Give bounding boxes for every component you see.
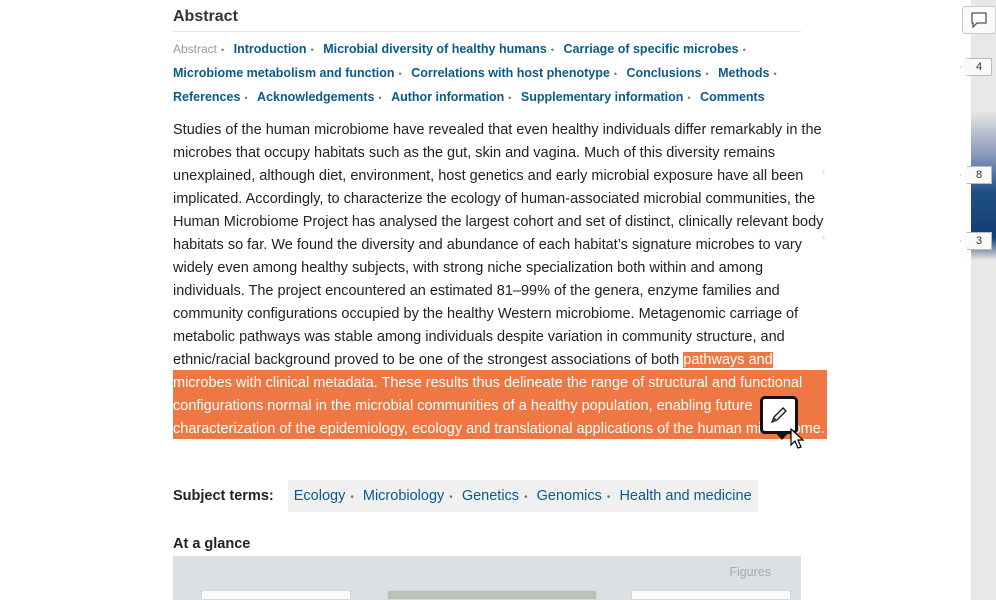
mouse-cursor-icon: [790, 428, 805, 449]
speech-bubble-icon: [971, 12, 987, 28]
abstract-text[interactable]: Studies of the human microbiome have rev…: [173, 119, 827, 441]
nav-link-microbial-diversity[interactable]: Microbial diversity of healthy humans: [323, 42, 547, 56]
subject-terms-label: Subject terms:: [173, 488, 274, 504]
figures-label[interactable]: Figures: [729, 565, 771, 579]
subject-term-genetics[interactable]: Genetics: [462, 488, 519, 504]
annotation-count-badge[interactable]: 3: [960, 232, 992, 250]
nav-link-metabolism[interactable]: Microbiome metabolism and function: [173, 66, 395, 80]
annotation-count-badge[interactable]: 8: [960, 166, 992, 184]
subject-term-ecology[interactable]: Ecology: [294, 488, 346, 504]
abstract-text-plain[interactable]: Studies of the human microbiome have rev…: [173, 122, 823, 368]
annotation-sidebar[interactable]: [971, 0, 996, 600]
notes-toggle-button[interactable]: [962, 6, 996, 34]
annotation-count-badge[interactable]: 4: [960, 58, 992, 76]
nav-current-abstract: Abstract: [173, 42, 218, 56]
nav-link-correlations[interactable]: Correlations with host phenotype: [411, 66, 610, 80]
nav-link-acknowledgements[interactable]: Acknowledgements: [257, 90, 374, 104]
subject-terms: Subject terms: Ecology • Microbiology • Ge…: [173, 480, 758, 512]
figure-thumbnail[interactable]: [631, 590, 791, 600]
nav-link-methods[interactable]: Methods: [718, 66, 769, 80]
nav-link-carriage[interactable]: Carriage of specific microbes: [564, 42, 739, 56]
subject-term-health-medicine[interactable]: Health and medicine: [619, 488, 751, 504]
subject-terms-list: Ecology • Microbiology • Genetics • Genomic…: [287, 480, 758, 512]
figure-thumbnail[interactable]: [201, 590, 351, 600]
abstract-heading: Abstract: [173, 8, 801, 32]
figures-strip: Figures: [173, 556, 801, 600]
at-a-glance-heading: At a glance: [173, 536, 251, 552]
figure-thumbnail[interactable]: [387, 590, 597, 600]
nav-link-supplementary[interactable]: Supplementary information: [521, 90, 684, 104]
subject-term-microbiology[interactable]: Microbiology: [363, 488, 444, 504]
pen-icon: [770, 407, 787, 424]
nav-link-author-information[interactable]: Author information: [391, 90, 504, 104]
nav-link-comments[interactable]: Comments: [700, 90, 765, 104]
section-nav: Abstract • Introduction • Microbial divers…: [173, 42, 777, 104]
nav-link-introduction[interactable]: Introduction: [234, 42, 307, 56]
nav-link-references[interactable]: References: [173, 90, 240, 104]
subject-term-genomics[interactable]: Genomics: [537, 488, 602, 504]
nav-link-conclusions[interactable]: Conclusions: [626, 66, 701, 80]
